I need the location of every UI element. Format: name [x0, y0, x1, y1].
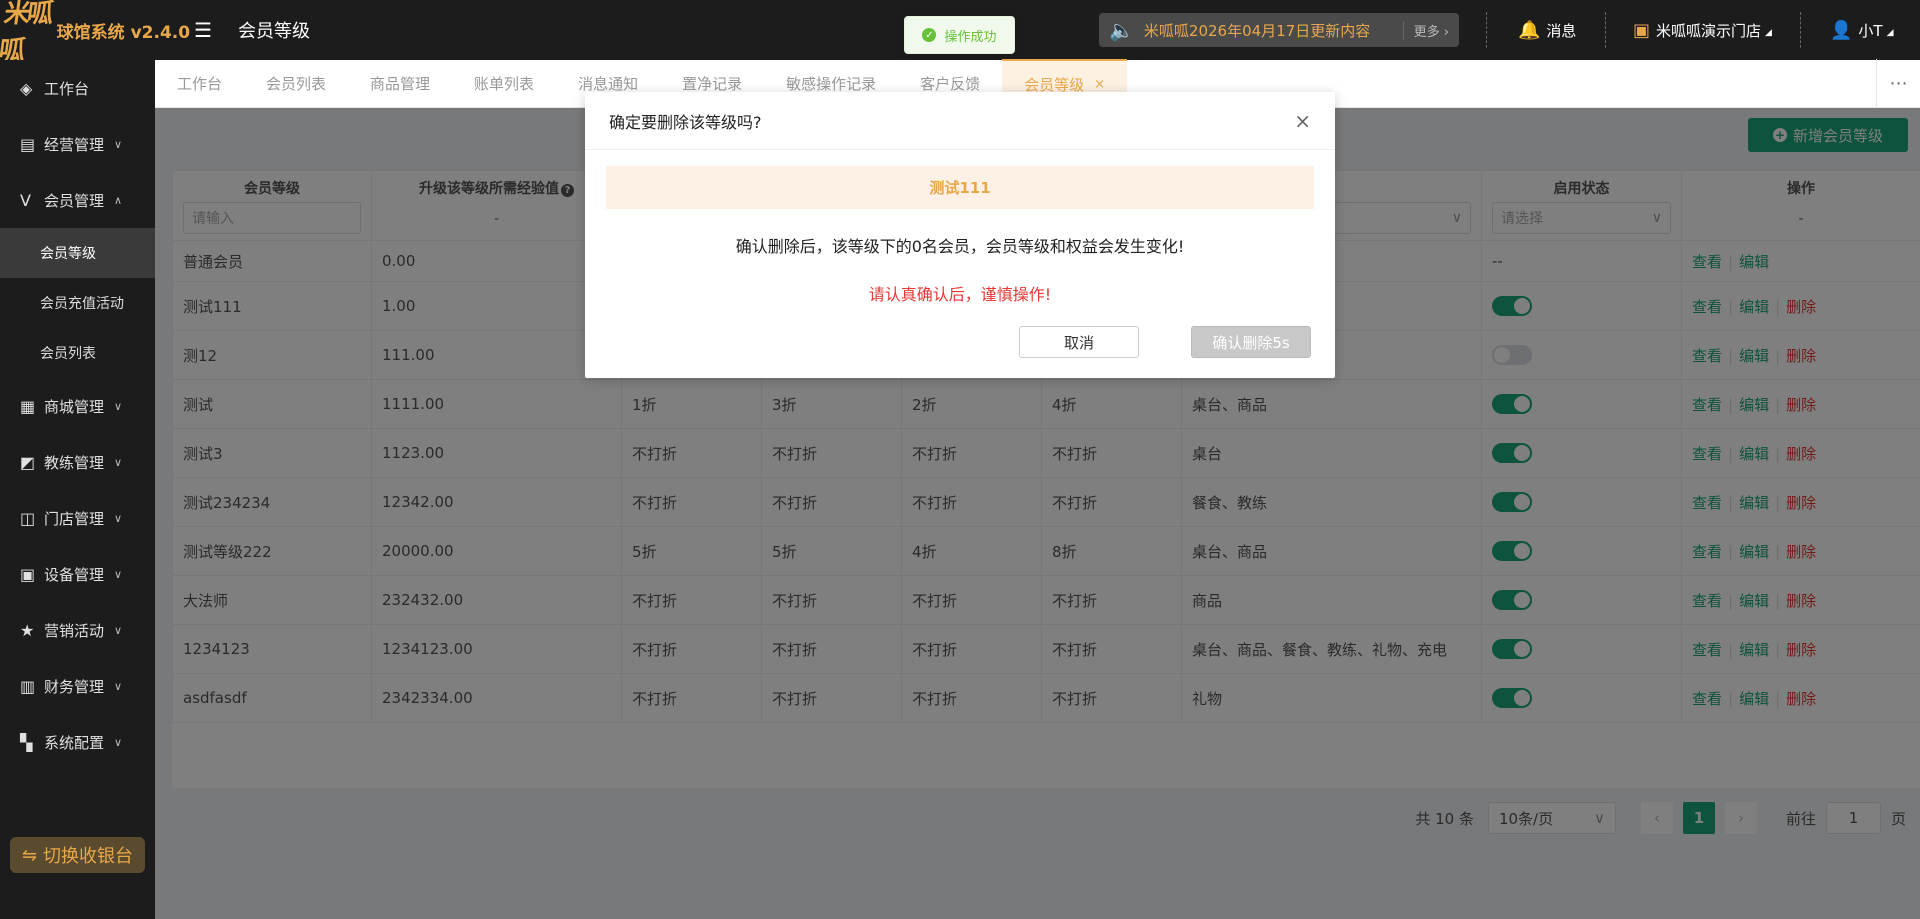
sidebar-item-store[interactable]: ◫ 门店管理 ∨: [0, 490, 155, 546]
dialog-title: 确定要删除该等级吗?: [609, 112, 762, 132]
close-icon[interactable]: ×: [1294, 109, 1311, 133]
chevron-down-icon: ∨: [114, 679, 123, 693]
check-circle-icon: ✓: [922, 28, 937, 42]
vip-icon: V: [20, 190, 31, 210]
cube-icon: ◈: [20, 78, 33, 98]
notice-more-link[interactable]: 更多 ›: [1402, 20, 1459, 40]
sidebar: ◈ 工作台 ▤ 经营管理 ∨ V 会员管理 ∧ 会员等级 会员充值活动 会员列表 ▦ 商城管…: [0, 60, 155, 919]
sidebar-item-workbench[interactable]: ◈ 工作台: [0, 60, 155, 116]
tab-bills[interactable]: 账单列表: [452, 59, 556, 107]
sidebar-item-coach[interactable]: ◩ 教练管理 ∨: [0, 434, 155, 490]
user-menu[interactable]: 👤 小T ◢: [1830, 0, 1894, 60]
star-icon: ★: [20, 620, 35, 640]
tab-goods[interactable]: 商品管理: [348, 59, 452, 107]
divider: [1605, 12, 1606, 48]
chevron-down-icon: ∨: [114, 511, 123, 525]
confirm-delete-button[interactable]: 确认删除5s: [1191, 326, 1311, 358]
more-icon[interactable]: ⋯: [1876, 59, 1920, 107]
sidebar-item-members[interactable]: V 会员管理 ∧: [0, 172, 155, 228]
grid-icon: ▚: [20, 732, 33, 752]
messages-button[interactable]: 🔔 消息: [1518, 0, 1576, 60]
dialog-message: 确认删除后，该等级下的0名会员，会员等级和权益会发生变化!: [735, 237, 1185, 256]
delete-confirm-dialog: 确定要删除该等级吗? × 测试111 确认删除后，该等级下的0名会员，会员等级和…: [585, 92, 1335, 378]
sidebar-item-finance[interactable]: ▥ 财务管理 ∨: [0, 658, 155, 714]
chart-icon: ▤: [20, 134, 36, 154]
caret-down-icon: ◢: [1886, 28, 1894, 38]
switch-cashier-button[interactable]: ⇋ 切换收银台: [10, 837, 145, 873]
close-icon[interactable]: ×: [1094, 77, 1105, 92]
chevron-up-icon: ∧: [114, 193, 123, 207]
toast-text: 操作成功: [944, 29, 997, 45]
tab-workbench[interactable]: 工作台: [155, 59, 244, 107]
chevron-down-icon: ∨: [114, 567, 123, 581]
sidebar-item-mall[interactable]: ▦ 商城管理 ∨: [0, 378, 155, 434]
speaker-icon: 🔈: [1109, 18, 1134, 42]
sidebar-sub-recharge[interactable]: 会员充值活动: [0, 278, 155, 328]
page-title: 会员等级: [238, 21, 310, 42]
coach-icon: ◩: [20, 452, 36, 472]
sidebar-item-marketing[interactable]: ★ 营销活动 ∨: [0, 602, 155, 658]
level-name-banner: 测试111: [606, 166, 1314, 209]
app-logo[interactable]: 米呱呱 球馆系统 v2.4.0 ☰: [0, 0, 212, 67]
bag-icon: ▦: [20, 396, 36, 416]
divider: [1486, 12, 1487, 48]
app-title: 球馆系统 v2.4.0: [56, 22, 191, 43]
logo-mark: 米呱呱: [0, 0, 53, 66]
chevron-down-icon: ∨: [114, 735, 123, 749]
messages-label: 消息: [1546, 21, 1577, 40]
store-selector[interactable]: ▣ 米呱呱演示门店 ◢: [1633, 0, 1772, 60]
update-notice[interactable]: 🔈 米呱呱2026年04月17日更新内容 更多 ›: [1099, 13, 1459, 47]
user-icon: 👤: [1830, 19, 1853, 41]
store-icon: ◫: [20, 508, 36, 528]
success-toast: ✓ 操作成功: [904, 16, 1015, 54]
tab-member-list[interactable]: 会员列表: [244, 59, 348, 107]
cancel-button[interactable]: 取消: [1019, 326, 1139, 358]
chevron-down-icon: ∨: [114, 399, 123, 413]
menu-fold-icon[interactable]: ☰: [194, 18, 212, 42]
chevron-down-icon: ∨: [114, 455, 123, 469]
store-icon: ▣: [1633, 19, 1651, 41]
sidebar-item-business[interactable]: ▤ 经营管理 ∨: [0, 116, 155, 172]
chevron-down-icon: ∨: [114, 623, 123, 637]
user-name: 小T: [1858, 21, 1883, 40]
finance-icon: ▥: [20, 676, 36, 696]
sidebar-item-settings[interactable]: ▚ 系统配置 ∨: [0, 714, 155, 770]
store-name: 米呱呱演示门店: [1656, 21, 1762, 40]
sidebar-sub-member-level[interactable]: 会员等级: [0, 228, 155, 278]
dialog-header: 确定要删除该等级吗? ×: [585, 92, 1335, 150]
device-icon: ▣: [20, 564, 36, 584]
divider: [1800, 12, 1801, 48]
caret-down-icon: ◢: [1765, 28, 1772, 38]
sidebar-sub-member-list[interactable]: 会员列表: [0, 328, 155, 378]
bell-icon: 🔔: [1518, 19, 1541, 41]
chevron-down-icon: ∨: [114, 137, 123, 151]
dialog-warning: 请认真确认后，谨慎操作!: [868, 285, 1052, 304]
switch-icon: ⇋: [21, 844, 38, 866]
notice-text: 米呱呱2026年04月17日更新内容: [1143, 21, 1371, 40]
sidebar-item-device[interactable]: ▣ 设备管理 ∨: [0, 546, 155, 602]
